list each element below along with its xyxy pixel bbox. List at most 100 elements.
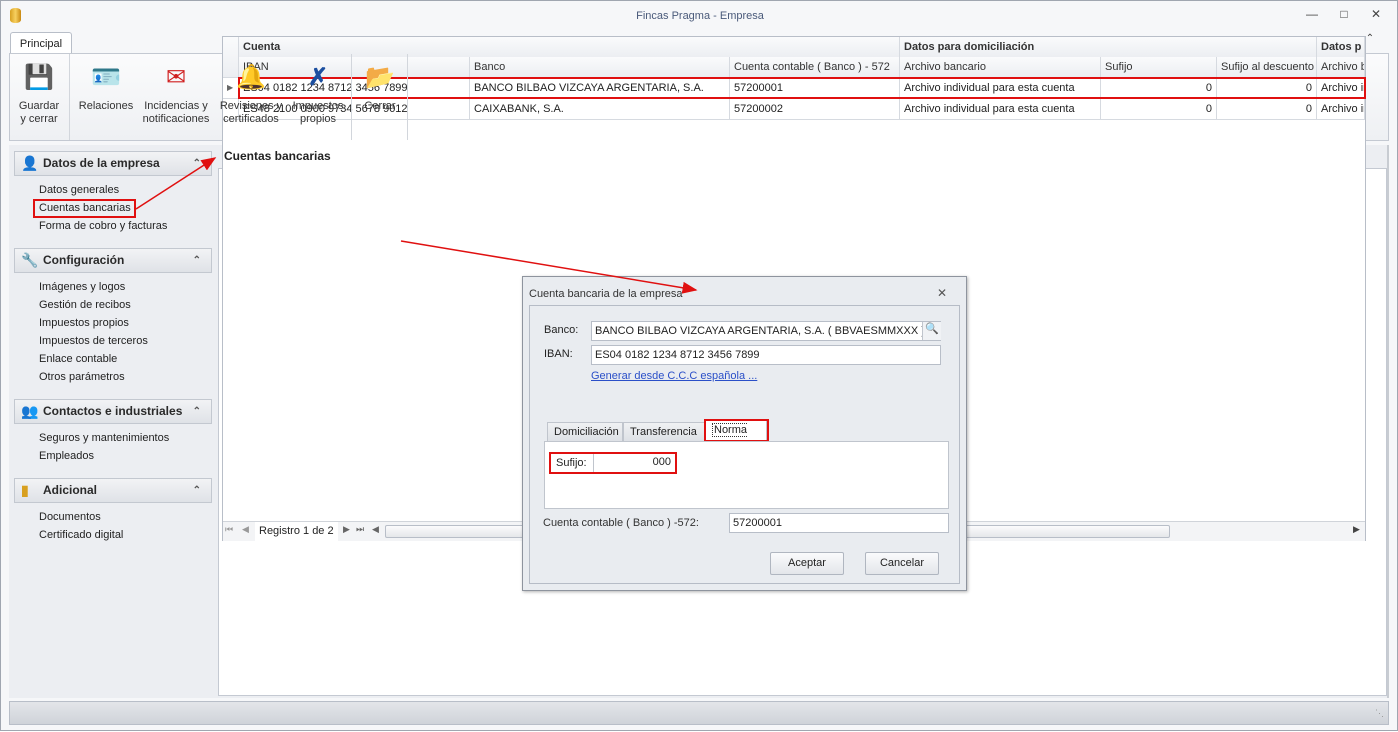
label: y cerrar bbox=[20, 113, 58, 125]
column-header-sufijo-descuento[interactable]: Sufijo al descuento bbox=[1217, 57, 1317, 78]
sidebar-item-datos-generales[interactable]: Datos generales bbox=[39, 181, 119, 199]
incidencias-button[interactable]: ✉ Incidencias y notificaciones bbox=[140, 60, 212, 136]
tab-norma-57[interactable]: Norma 57 bbox=[705, 420, 767, 456]
tab-domiciliacion[interactable]: Domiciliación bbox=[547, 422, 623, 442]
next-record-button[interactable]: ▶ bbox=[343, 524, 350, 535]
scroll-right-button[interactable]: ▶ bbox=[1353, 524, 1360, 535]
group-adicional[interactable]: ▮ Adicional ⌃ bbox=[14, 478, 212, 503]
banco-field[interactable]: BANCO BILBAO VIZCAYA ARGENTARIA, S.A. ( … bbox=[591, 321, 941, 341]
sidebar-item-empleados[interactable]: Empleados bbox=[39, 447, 94, 465]
section-title: Cuentas bancarias bbox=[224, 149, 331, 163]
maximize-button[interactable]: □ bbox=[1335, 7, 1353, 25]
group-title: Adicional bbox=[43, 483, 98, 497]
chevron-up-icon[interactable]: ⌃ bbox=[193, 249, 201, 272]
dialog-title: Cuenta bancaria de la empresa bbox=[529, 288, 683, 300]
cell-cuenta[interactable]: 57200001 bbox=[730, 78, 900, 99]
sidebar-item-forma-cobro[interactable]: Forma de cobro y facturas bbox=[39, 217, 167, 235]
close-window-button[interactable]: ✕ bbox=[1367, 7, 1385, 25]
prev-record-button[interactable]: ◀ bbox=[242, 524, 249, 535]
column-header-cuenta-contable[interactable]: Cuenta contable ( Banco ) - 572 bbox=[730, 57, 900, 78]
impuestos-button[interactable]: ✗ Impuestos propios bbox=[289, 60, 347, 136]
iban-field[interactable]: ES04 0182 1234 8712 3456 7899 bbox=[591, 345, 941, 365]
database-icon: ▮ bbox=[21, 482, 29, 498]
dialog-body: Banco: BANCO BILBAO VIZCAYA ARGENTARIA, … bbox=[529, 305, 960, 584]
sidebar-item-cuentas-bancarias[interactable]: Cuentas bancarias bbox=[39, 199, 131, 217]
group-contactos[interactable]: 👥 Contactos e industriales ⌃ bbox=[14, 399, 212, 424]
cell-sufijo[interactable]: 0 bbox=[1101, 78, 1217, 99]
divider bbox=[69, 54, 70, 140]
folder-close-icon: 📂 bbox=[365, 64, 395, 91]
sidebar-item-imagenes[interactable]: Imágenes y logos bbox=[39, 278, 125, 296]
chevron-up-icon[interactable]: ⌃ bbox=[193, 152, 201, 175]
minimize-button[interactable]: — bbox=[1303, 7, 1321, 25]
aceptar-button[interactable]: Aceptar bbox=[770, 552, 844, 575]
relaciones-button[interactable]: 🪪 Relaciones bbox=[76, 60, 136, 136]
sidebar-item-seguros[interactable]: Seguros y mantenimientos bbox=[39, 429, 169, 447]
column-header-banco[interactable]: Banco bbox=[470, 57, 730, 78]
sufijo-field[interactable]: 000 bbox=[593, 453, 675, 472]
cuenta-contable-label: Cuenta contable ( Banco ) -572: bbox=[543, 517, 699, 529]
cuenta-contable-field[interactable]: 57200001 bbox=[729, 513, 949, 533]
save-close-button[interactable]: 💾 Guardar y cerrar bbox=[14, 60, 64, 136]
chevron-up-icon[interactable]: ⌃ bbox=[193, 400, 201, 423]
label: Impuestos bbox=[292, 100, 344, 112]
label: notificaciones bbox=[142, 113, 210, 125]
cell-sufijo-descuento[interactable]: 0 bbox=[1217, 78, 1317, 99]
sidebar-item-certificado[interactable]: Certificado digital bbox=[39, 526, 123, 544]
group-datos-empresa[interactable]: 👤 Datos de la empresa ⌃ bbox=[14, 151, 212, 176]
column-header-archivo[interactable]: Archivo bancario bbox=[900, 57, 1101, 78]
column-header-archivo-b[interactable]: Archivo b bbox=[1317, 57, 1365, 78]
cell-archivo-b[interactable]: Archivo in bbox=[1317, 99, 1365, 120]
group-header-domiciliacion: Datos para domiciliación bbox=[900, 37, 1317, 58]
cerrar-button[interactable]: 📂 Cerrar bbox=[356, 60, 404, 136]
tools-icon: 🔧 bbox=[21, 252, 39, 268]
group-configuracion[interactable]: 🔧 Configuración ⌃ bbox=[14, 248, 212, 273]
cell-sufijo-descuento[interactable]: 0 bbox=[1217, 99, 1317, 120]
bell-notebook-icon: 🔔 bbox=[236, 64, 266, 91]
floppy-disk-icon: 💾 bbox=[24, 64, 54, 91]
divider bbox=[407, 54, 408, 140]
app-window: Fincas Pragma - Empresa — □ ✕ ⌃ Principa… bbox=[0, 0, 1398, 731]
users-icon: 👥 bbox=[21, 403, 39, 419]
sidebar-item-recibos[interactable]: Gestión de recibos bbox=[39, 296, 131, 314]
sidebar-item-documentos[interactable]: Documentos bbox=[39, 508, 101, 526]
generar-ccc-link[interactable]: Generar desde C.C.C española ... bbox=[591, 370, 757, 382]
resize-grip-icon[interactable]: ⋱ bbox=[1375, 708, 1384, 719]
contacts-card-icon: 🪪 bbox=[91, 64, 121, 91]
tax-agency-icon: ✗ bbox=[307, 64, 329, 91]
cell-archivo-b[interactable]: Archivo in bbox=[1317, 78, 1365, 99]
scroll-left-button[interactable]: ◀ bbox=[372, 524, 379, 535]
first-record-button[interactable]: ⏮ bbox=[225, 524, 233, 535]
tab-transferencia[interactable]: Transferencia bbox=[623, 422, 705, 442]
label: Guardar bbox=[18, 100, 60, 112]
sidebar-item-impuestos-propios[interactable]: Impuestos propios bbox=[39, 314, 129, 332]
sufijo-label: Sufijo: bbox=[556, 457, 587, 469]
label: Cerrar bbox=[364, 100, 396, 112]
search-bank-icon[interactable]: 🔍 bbox=[922, 322, 941, 340]
group-header-datos: Datos p bbox=[1317, 37, 1365, 58]
cell-cuenta[interactable]: 57200002 bbox=[730, 99, 900, 120]
cell-banco[interactable]: CAIXABANK, S.A. bbox=[470, 99, 730, 120]
sidebar-item-impuestos-terceros[interactable]: Impuestos de terceros bbox=[39, 332, 148, 350]
mail-check-icon: ✉ bbox=[165, 64, 187, 91]
cell-archivo[interactable]: Archivo individual para esta cuenta bbox=[900, 78, 1101, 99]
revisiones-button[interactable]: 🔔 Revisiones y certificados bbox=[215, 60, 287, 136]
column-header-sufijo[interactable]: Sufijo bbox=[1101, 57, 1217, 78]
chevron-up-icon[interactable]: ⌃ bbox=[193, 479, 201, 502]
divider bbox=[351, 54, 352, 140]
sidebar-item-otros[interactable]: Otros parámetros bbox=[39, 368, 125, 386]
tab-panel: Sufijo: 000 bbox=[544, 441, 949, 509]
label: Relaciones bbox=[78, 100, 134, 112]
last-record-button[interactable]: ⏭ bbox=[356, 524, 364, 535]
dialog-close-icon[interactable]: ✕ bbox=[937, 286, 947, 300]
cancelar-button[interactable]: Cancelar bbox=[865, 552, 939, 575]
iban-label: IBAN: bbox=[544, 348, 573, 360]
record-counter: Registro 1 de 2 bbox=[255, 522, 338, 541]
tab-principal[interactable]: Principal bbox=[10, 32, 72, 54]
window-title: Fincas Pragma - Empresa bbox=[636, 10, 764, 22]
cell-archivo[interactable]: Archivo individual para esta cuenta bbox=[900, 99, 1101, 120]
vertical-scrollbar[interactable] bbox=[1387, 145, 1389, 698]
sidebar-item-enlace-contable[interactable]: Enlace contable bbox=[39, 350, 117, 368]
cell-banco[interactable]: BANCO BILBAO VIZCAYA ARGENTARIA, S.A. bbox=[470, 78, 730, 99]
cell-sufijo[interactable]: 0 bbox=[1101, 99, 1217, 120]
